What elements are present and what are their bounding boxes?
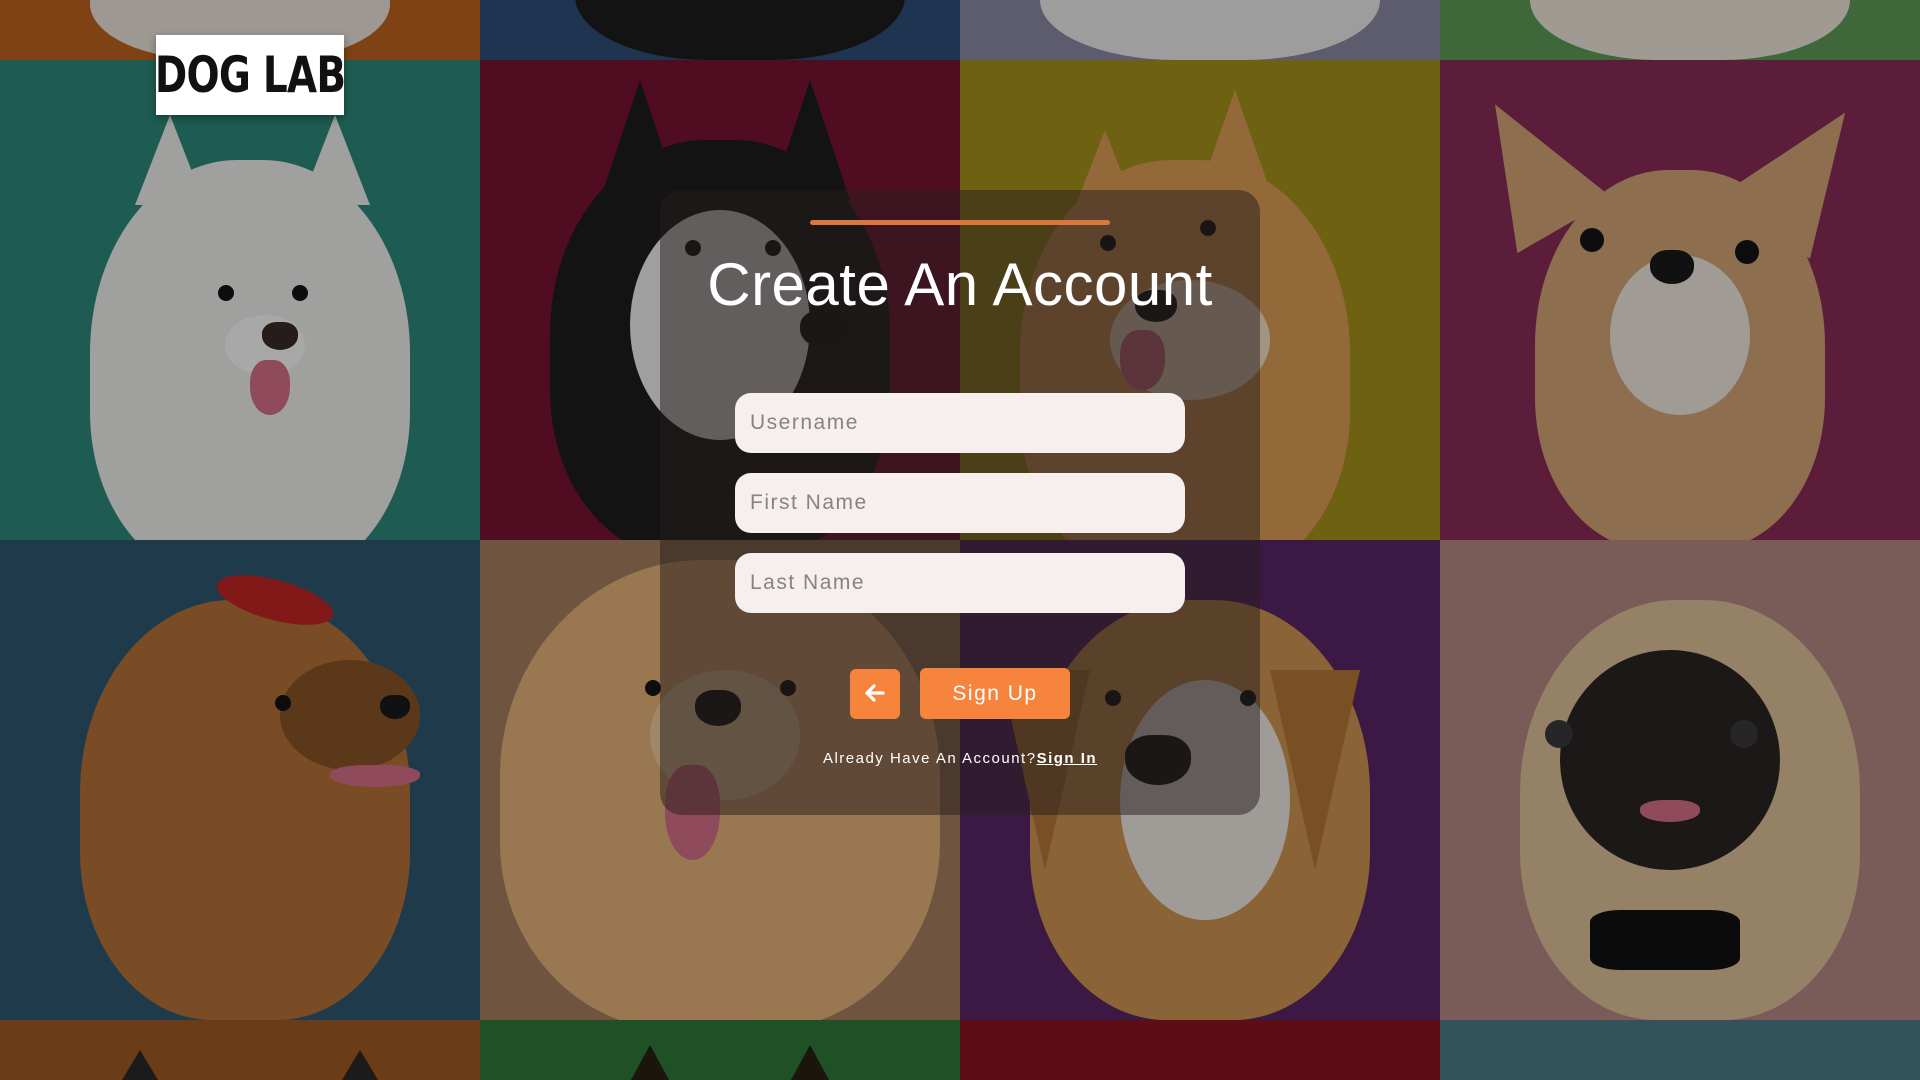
page-title: Create An Account bbox=[707, 251, 1213, 318]
sign-in-link[interactable]: Sign In bbox=[1037, 750, 1098, 767]
logo-text: DOG LAB bbox=[154, 46, 346, 104]
sign-up-button[interactable]: Sign Up bbox=[920, 668, 1070, 719]
first-name-input[interactable] bbox=[735, 473, 1185, 533]
last-name-input[interactable] bbox=[735, 553, 1185, 613]
username-input[interactable] bbox=[735, 393, 1185, 453]
signup-form-card: Create An Account Sign Up Already Have A… bbox=[660, 190, 1260, 815]
signin-prompt: Already Have An Account?Sign In bbox=[660, 750, 1260, 767]
back-button[interactable] bbox=[850, 669, 900, 719]
title-accent-line bbox=[810, 220, 1110, 225]
dog-lab-logo[interactable]: DOG LAB bbox=[154, 35, 346, 115]
arrow-left-icon bbox=[865, 683, 885, 705]
have-account-text: Already Have An Account? bbox=[822, 750, 1037, 767]
